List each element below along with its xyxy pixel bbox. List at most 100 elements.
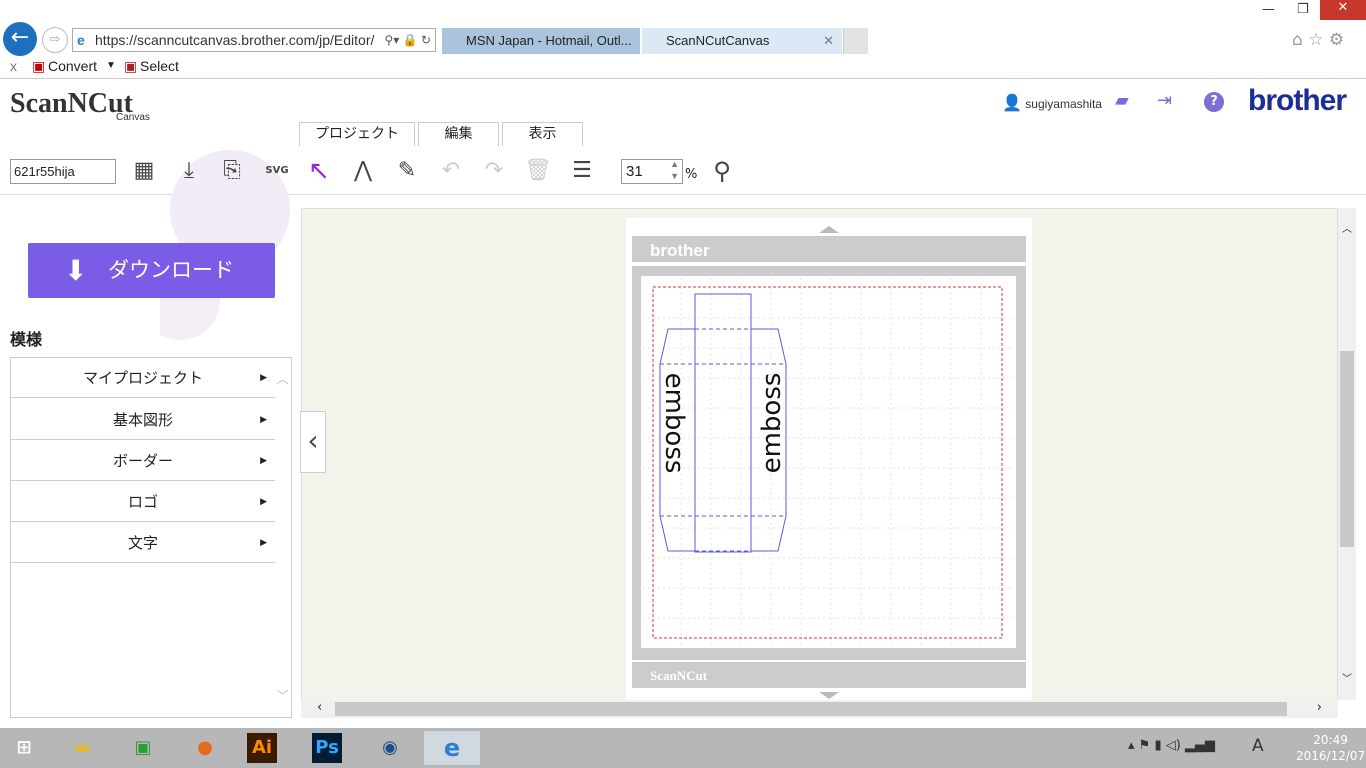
date: 2016/12/07: [1296, 749, 1366, 763]
chevron-down-icon[interactable]: ▼: [106, 56, 116, 76]
tray-icons[interactable]: ▴ ⚑ ▮ ◁) ▂▄▆: [1128, 738, 1215, 753]
address-bar[interactable]: e https://scanncutcanvas.brother.com/jp/E…: [72, 28, 436, 52]
tab-project[interactable]: プロジェクト: [299, 122, 415, 146]
caret-right-icon: ▶: [260, 497, 267, 507]
category-logos[interactable]: ロゴ ▶: [11, 482, 275, 522]
store-icon[interactable]: ▣: [123, 731, 163, 765]
forward-button[interactable]: ⇨: [42, 27, 68, 53]
download-icon: ⬇: [64, 254, 88, 287]
category-basic-shapes[interactable]: 基本図形 ▶: [11, 400, 275, 440]
zoom-search-icon[interactable]: ⚲: [707, 156, 737, 186]
user-icon: 👤: [1002, 95, 1022, 112]
tab-view[interactable]: 表示: [502, 122, 583, 146]
ime-indicator[interactable]: A: [1252, 736, 1264, 756]
cutting-mat: brother emboss emboss ScanNCut: [626, 218, 1032, 700]
new-grid-icon[interactable]: ▦: [129, 156, 159, 186]
user-account[interactable]: 👤 sugiyamashita: [1002, 93, 1102, 113]
category-label: ボーダー: [112, 452, 173, 470]
new-tab-button[interactable]: [843, 28, 868, 54]
caret-right-icon: ▶: [260, 456, 267, 466]
firefox-icon[interactable]: ●: [185, 731, 225, 765]
emboss-text-right: emboss: [757, 373, 787, 474]
close-tab-icon[interactable]: ✕: [823, 28, 834, 54]
favorites-bar: x ▣ Convert ▼ ▣ Select: [0, 56, 1366, 79]
tab-scanncut[interactable]: ScanNCutCanvas ✕: [642, 28, 842, 54]
app-icon[interactable]: ◉: [370, 731, 410, 765]
open-folder-icon[interactable]: ▰: [1115, 90, 1129, 111]
scroll-left-icon[interactable]: ‹: [317, 700, 322, 715]
mat-surface: [641, 276, 1016, 648]
browser-chrome: ← ⇨ e https://scanncutcanvas.brother.com/…: [0, 0, 1366, 56]
photoshop-icon[interactable]: Ps: [312, 733, 342, 763]
windows-taskbar: ⊞ ▬ ▣ ● Ai Ps ◉ e ▴ ⚑ ▮ ◁) ▂▄▆ A 20:49 20…: [0, 728, 1366, 768]
brother-logo: brother: [1248, 84, 1347, 117]
select-icon: ▣: [124, 58, 138, 74]
caret-right-icon: ▶: [260, 538, 267, 548]
undo-icon[interactable]: ↶: [436, 156, 466, 186]
username: sugiyamashita: [1025, 97, 1102, 111]
start-button[interactable]: ⊞: [4, 731, 44, 765]
file-explorer-icon[interactable]: ▬: [62, 731, 102, 765]
vertical-scrollbar[interactable]: ︿ ﹀: [1338, 208, 1356, 700]
draw-pen-icon[interactable]: ✎: [392, 156, 422, 186]
restore-button[interactable]: ❐: [1297, 2, 1309, 17]
zoom-value: 31: [626, 163, 643, 180]
pdf-convert-icon: ▣: [32, 58, 46, 74]
close-window-button[interactable]: ✕: [1320, 0, 1366, 20]
category-borders[interactable]: ボーダー ▶: [11, 441, 275, 481]
category-label: 文字: [127, 534, 158, 552]
emboss-text-left: emboss: [659, 373, 689, 474]
select-arrow-icon[interactable]: ↖: [304, 156, 334, 186]
ie-icon: e: [77, 32, 85, 48]
category-label: ロゴ: [127, 493, 158, 511]
url-text: https://scanncutcanvas.brother.com/jp/Ed…: [95, 32, 375, 48]
mat-brand-top: brother: [650, 241, 710, 260]
scan-import-icon[interactable]: ⎘: [217, 156, 247, 186]
internet-explorer-icon[interactable]: e: [424, 731, 480, 765]
zoom-stepper[interactable]: ▲ ▼: [670, 158, 679, 182]
collapse-panel-button[interactable]: ‹: [300, 411, 326, 473]
scroll-right-icon[interactable]: ›: [1317, 700, 1322, 715]
search-lock-refresh-icons[interactable]: ⚲▾ 🔒 ↻: [385, 29, 431, 51]
back-button[interactable]: ←: [3, 22, 37, 56]
home-star-gear-icons[interactable]: ⌂ ☆ ⚙: [1292, 30, 1344, 50]
list-scrollbar[interactable]: ︿ ﹀: [274, 358, 291, 717]
caret-right-icon: ▶: [260, 373, 267, 383]
caret-right-icon: ▶: [260, 415, 267, 425]
category-text[interactable]: 文字 ▶: [11, 523, 275, 563]
tab-label: ScanNCutCanvas: [666, 33, 770, 48]
svg-import-icon[interactable]: SVG: [262, 156, 292, 186]
horizontal-scrollbar[interactable]: ‹ ›: [301, 700, 1338, 718]
redo-icon[interactable]: ↷: [479, 156, 509, 186]
scanncut-logo[interactable]: ScanNCut Canvas: [10, 88, 150, 123]
download-label: ダウンロード: [108, 258, 234, 282]
hscroll-thumb[interactable]: [335, 702, 1287, 716]
category-my-project[interactable]: マイプロジェクト ▶: [11, 358, 275, 398]
scroll-down-icon[interactable]: ﹀: [1342, 670, 1352, 685]
logout-icon[interactable]: ⇥: [1157, 90, 1172, 111]
section-title: 模様: [10, 330, 43, 349]
minimize-button[interactable]: —: [1262, 2, 1275, 17]
category-label: 基本図形: [112, 411, 173, 429]
mat-brand-bottom: ScanNCut: [650, 668, 708, 683]
node-edit-icon[interactable]: ⋀: [348, 156, 378, 186]
scroll-up-icon[interactable]: ︿: [1342, 220, 1352, 235]
import-download-icon[interactable]: ⤓: [174, 156, 204, 186]
close-toolbar-button[interactable]: x: [10, 56, 17, 76]
zoom-input[interactable]: 31 ▲ ▼: [621, 159, 683, 184]
project-name-input[interactable]: 621r55hija: [10, 159, 116, 184]
trash-icon[interactable]: 🗑: [523, 156, 553, 186]
convert-button[interactable]: Convert: [48, 56, 97, 76]
zoom-unit: %: [685, 167, 698, 182]
help-icon[interactable]: ?: [1204, 92, 1224, 112]
category-list: マイプロジェクト ▶ 基本図形 ▶ ボーダー ▶ ロゴ ▶ 文字 ▶ ︿ ﹀: [10, 357, 292, 718]
download-button[interactable]: ⬇ ダウンロード: [28, 243, 275, 298]
logo-sub: Canvas: [116, 112, 150, 123]
illustrator-icon[interactable]: Ai: [247, 733, 277, 763]
list-icon[interactable]: ☰: [567, 156, 597, 186]
tab-msn[interactable]: MSN Japan - Hotmail, Outl...: [442, 28, 640, 54]
select-button[interactable]: Select: [140, 56, 179, 76]
tab-edit[interactable]: 編集: [418, 122, 499, 146]
scroll-thumb[interactable]: [1340, 351, 1354, 547]
clock[interactable]: 20:49 2016/12/07: [1296, 732, 1365, 764]
